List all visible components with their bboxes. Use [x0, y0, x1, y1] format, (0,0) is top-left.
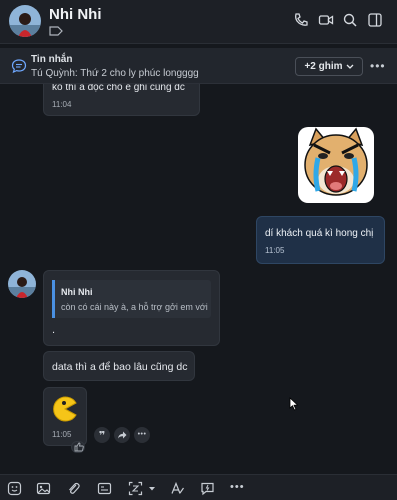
message-time: 11:05	[265, 246, 285, 255]
thumbs-up-icon	[74, 442, 84, 452]
phone-icon[interactable]	[293, 12, 309, 28]
emoji-message-bubble[interactable]: 11:05	[43, 387, 87, 446]
forward-button[interactable]	[114, 427, 130, 443]
quoted-sender-name: Nhi Nhi	[61, 287, 93, 297]
sender-avatar[interactable]	[8, 270, 36, 298]
attachment-icon[interactable]	[66, 481, 81, 496]
message-text: dí khách quá kì hong chị	[265, 228, 374, 239]
more-actions-button[interactable]: •••	[134, 427, 150, 443]
video-call-icon[interactable]	[318, 12, 334, 28]
contact-card-icon[interactable]	[97, 481, 112, 496]
contact-avatar[interactable]	[9, 5, 41, 37]
message-bubble[interactable]: data thì a để bao lâu cũng dc	[43, 351, 195, 381]
quick-message-icon[interactable]	[200, 481, 215, 496]
message-time: 11:05	[52, 430, 72, 439]
chevron-down-icon	[346, 64, 353, 69]
reply-message-bubble[interactable]: Nhi Nhi còn có cái này à, a hỗ trợ gởi e…	[43, 270, 220, 346]
side-panel-icon[interactable]	[367, 12, 383, 28]
quote-reply-button[interactable]: ❞	[94, 427, 110, 443]
outgoing-message-bubble[interactable]: dí khách quá kì hong chị 11:05	[256, 216, 385, 264]
pacman-emoji-icon	[53, 396, 77, 422]
composer-toolbar: •••	[0, 474, 397, 500]
pinned-messages-bar[interactable]: Tin nhắn Tú Quỳnh: Thứ 2 cho ly phúc lon…	[0, 48, 397, 84]
search-icon[interactable]	[342, 12, 358, 28]
image-icon[interactable]	[36, 481, 51, 496]
message-text: data thì a để bao lâu cũng dc	[52, 361, 188, 373]
screenshot-icon[interactable]	[128, 481, 143, 496]
more-options-icon[interactable]: •••	[370, 59, 386, 73]
more-pins-button[interactable]: +2 ghim	[295, 57, 363, 76]
more-tools-icon[interactable]: •••	[230, 481, 245, 493]
cat-sticker[interactable]	[296, 125, 376, 205]
chat-bubble-icon	[11, 59, 27, 74]
message-time: 11:04	[52, 100, 72, 109]
chat-header: Nhi Nhi	[0, 0, 397, 44]
quoted-message[interactable]: Nhi Nhi còn có cái này à, a hỗ trợ gởi e…	[52, 280, 211, 318]
mouse-cursor-icon	[289, 397, 299, 411]
like-reaction-button[interactable]	[71, 441, 85, 453]
more-pins-label: +2 ghim	[304, 61, 343, 72]
quoted-text: còn có cái này à, a hỗ trợ gởi em với	[61, 302, 208, 312]
quote-icon: ❞	[98, 430, 106, 442]
text-format-icon[interactable]	[170, 481, 185, 496]
pinned-message-text[interactable]: Tú Quỳnh: Thứ 2 cho ly phúc longggg	[31, 68, 199, 79]
pinned-title: Tin nhắn	[31, 54, 73, 65]
more-dots-icon: •••	[137, 431, 147, 438]
sticker-icon[interactable]	[7, 481, 22, 496]
screenshot-dropdown-icon[interactable]	[148, 486, 156, 492]
tag-icon[interactable]	[49, 26, 63, 36]
forward-icon	[118, 431, 127, 439]
message-text: .	[52, 324, 56, 336]
contact-name[interactable]: Nhi Nhi	[49, 6, 102, 23]
